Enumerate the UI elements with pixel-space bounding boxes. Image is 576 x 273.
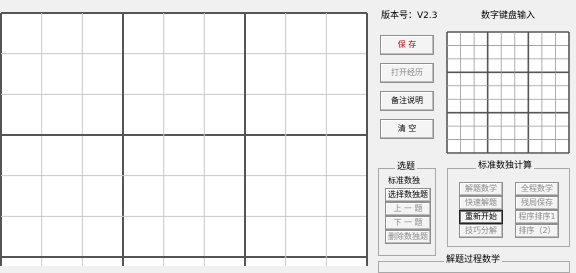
quick-solve-button[interactable]: 快速解题 (459, 196, 503, 210)
full-math-button[interactable]: 全程数学 (515, 182, 559, 196)
endgame-save-button[interactable]: 残局保存 (515, 196, 559, 210)
restart-button[interactable]: 重新开始 (459, 210, 503, 224)
sudoku-grid[interactable] (0, 12, 368, 266)
notes-button[interactable]: 备注说明 (380, 91, 434, 111)
sort-2-button[interactable]: 排序（2） (515, 224, 559, 238)
clear-button[interactable]: 清 空 (380, 119, 434, 139)
version-label: 版本号：V2.3 (381, 11, 438, 21)
solve-math-button[interactable]: 解题数学 (459, 182, 503, 196)
number-keypad[interactable] (446, 31, 570, 154)
sudoku-board[interactable] (0, 12, 368, 266)
calc-group-title: 标准数独计算 (476, 161, 535, 171)
next-puzzle-button[interactable]: 下 一 题 (385, 216, 431, 230)
keypad-title: 数字键盘输入 (481, 11, 536, 21)
technique-breakdown-button[interactable]: 技巧分解 (459, 224, 503, 238)
program-sort-1-button[interactable]: 程序排序1 (515, 210, 559, 224)
previous-puzzle-button[interactable]: 上 一 题 (385, 202, 431, 216)
standard-sudoku-label: 标准数独 (388, 176, 420, 185)
solve-process-group-title: 解题过程数学 (444, 255, 503, 265)
save-button[interactable]: 保 存 (380, 35, 434, 55)
select-puzzle-group-title: 选题 (395, 162, 418, 172)
delete-puzzle-button[interactable]: 删除数独题 (385, 230, 431, 244)
number-keypad-grid[interactable] (446, 31, 570, 154)
open-puzzle-button[interactable]: 打开经历 (380, 63, 434, 83)
choose-puzzle-button[interactable]: 选择数独题 (385, 188, 431, 202)
